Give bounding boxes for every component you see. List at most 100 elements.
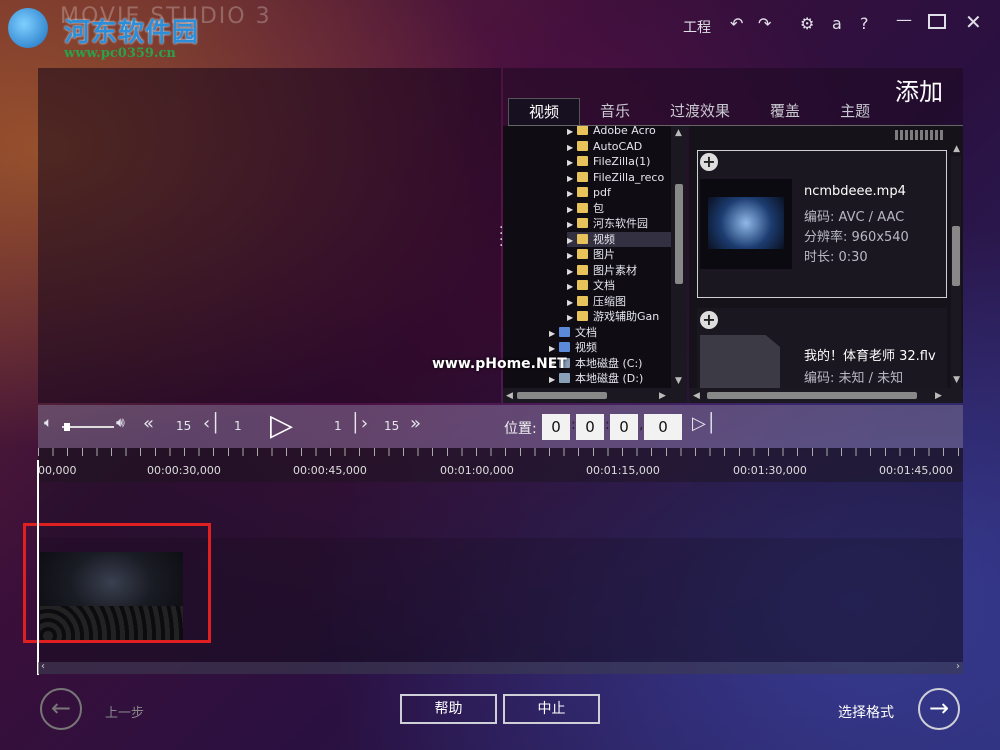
step-back-icon[interactable]: ‹│ <box>203 413 221 434</box>
gear-icon[interactable]: ⚙ <box>800 14 814 33</box>
font-icon[interactable]: a <box>832 14 842 33</box>
maximize-icon[interactable] <box>928 14 946 29</box>
tree-item[interactable]: ▶ 本地磁盘 (D:) <box>549 371 643 386</box>
tree-vertical-scroll-thumb[interactable] <box>675 184 683 284</box>
tree-item[interactable]: ▶ 图片素材 <box>567 263 637 278</box>
position-ms-field[interactable]: 0 <box>644 414 682 440</box>
scroll-left-icon[interactable]: ◀ <box>693 391 700 401</box>
stop-button[interactable]: 中止 <box>503 694 600 724</box>
help-icon[interactable]: ? <box>860 14 869 33</box>
timeline-horizontal-scrollbar[interactable]: ‹ › <box>38 661 963 674</box>
watermark: www.pHome.NET <box>432 356 567 372</box>
folder-icon <box>577 126 588 135</box>
folder-icon <box>577 249 588 259</box>
folder-icon <box>577 280 588 290</box>
tree-item[interactable]: ▶ 文档 <box>549 325 597 340</box>
file-name: 我的！体育老师 32.flv <box>804 349 936 364</box>
fast-forward-icon[interactable]: » <box>410 413 421 434</box>
file-name: ncmbdeee.mp4 <box>804 184 906 199</box>
timeline-ruler[interactable]: 00,000 00:00:30,000 00:00:45,000 00:01:0… <box>38 448 963 482</box>
tree-horizontal-scroll-thumb[interactable] <box>517 392 607 399</box>
media-tabs: 视频 音乐 过渡效果 覆盖 主题 <box>508 98 890 125</box>
transport-bar: 🔈︎ 🔊︎ « 15 ‹│ 1 ▷ 1 │› 15 » 位置: 0 : 0 : … <box>38 405 963 448</box>
tick-label: 00:01:15,000 <box>586 464 660 477</box>
volume-slider-handle[interactable] <box>63 423 70 431</box>
redo-icon[interactable]: ↷ <box>758 14 771 33</box>
volume-slider[interactable] <box>62 426 114 428</box>
add-file-icon[interactable]: + <box>700 311 718 329</box>
file-placeholder-icon <box>700 335 780 395</box>
scroll-up-icon[interactable]: ▲ <box>675 128 682 138</box>
scroll-right-icon[interactable]: ▶ <box>935 391 942 401</box>
folder-icon <box>577 187 588 197</box>
go-to-end-icon[interactable]: ▷│ <box>692 413 717 434</box>
speaker-low-icon[interactable]: 🔈︎ <box>44 415 52 431</box>
folder-icon <box>577 141 588 151</box>
tree-item-selected[interactable]: ▶ 视频 <box>567 232 671 247</box>
choose-format-label[interactable]: 选择格式 <box>838 702 894 722</box>
tree-item[interactable]: ▶ 压缩图 <box>567 294 626 309</box>
close-icon[interactable]: ✕ <box>965 10 982 34</box>
tree-item[interactable]: ▶ 视频 <box>549 340 597 355</box>
tab-overlay[interactable]: 覆盖 <box>750 98 820 125</box>
video-preview <box>38 68 501 403</box>
scroll-down-icon[interactable]: ▼ <box>675 376 682 386</box>
undo-icon[interactable]: ↶ <box>730 14 743 33</box>
title-bar: MOVIE STUDIO 3 河东软件园 www.pc0359.cn 工程 ↶ … <box>0 0 1000 61</box>
step-back-big-value: 15 <box>176 419 192 433</box>
video-thumbnail <box>700 179 792 269</box>
tree-item[interactable]: ▶ AutoCAD <box>567 139 642 154</box>
view-mode-icon[interactable] <box>895 130 945 140</box>
step-forward-icon[interactable]: │› <box>350 413 368 434</box>
scroll-right-icon[interactable]: › <box>956 661 960 672</box>
tree-item[interactable]: ▶ 图片 <box>567 247 615 262</box>
tree-item[interactable]: ▶ 游戏辅助Gan <box>567 309 659 324</box>
minimize-icon[interactable]: — <box>896 10 912 29</box>
position-separator: : <box>605 417 610 433</box>
position-seconds-field[interactable]: 0 <box>610 414 638 440</box>
tick-label: 00:01:45,000 <box>879 464 953 477</box>
tree-item[interactable]: ▶ 河东软件园 <box>567 216 648 231</box>
site-name: 河东软件园 <box>64 18 200 48</box>
tab-video[interactable]: 视频 <box>508 98 581 125</box>
help-button[interactable]: 帮助 <box>400 694 497 724</box>
project-button[interactable]: 工程 <box>683 17 711 37</box>
tab-transitions[interactable]: 过渡效果 <box>650 98 750 125</box>
back-arrow-icon[interactable]: ← <box>40 688 82 730</box>
scroll-up-icon[interactable]: ▲ <box>953 144 960 154</box>
scroll-left-icon[interactable]: ‹ <box>41 661 45 672</box>
scroll-left-icon[interactable]: ◀ <box>506 391 513 401</box>
position-hours-field[interactable]: 0 <box>542 414 570 440</box>
file-card[interactable]: + ncmbdeee.mp4 编码: AVC / AAC 分辨率: 960x54… <box>697 150 947 298</box>
playhead[interactable] <box>37 460 39 675</box>
position-minutes-field[interactable]: 0 <box>576 414 604 440</box>
next-arrow-icon[interactable]: → <box>918 688 960 730</box>
tree-item[interactable]: ▶ Adobe Acro <box>567 126 656 138</box>
scroll-down-icon[interactable]: ▼ <box>953 375 960 385</box>
tick-label: 00:01:30,000 <box>733 464 807 477</box>
documents-icon <box>559 327 570 337</box>
tree-item[interactable]: ▶ 文档 <box>567 278 615 293</box>
tree-item[interactable]: ▶ 包 <box>567 201 604 216</box>
files-horizontal-scroll-thumb[interactable] <box>707 392 917 399</box>
files-vertical-scroll-thumb[interactable] <box>952 226 960 286</box>
ruler-ticks <box>38 448 963 456</box>
add-panel: 添加 视频 音乐 过渡效果 覆盖 主题 ▶ Adobe Acro ▶ AutoCAD… <box>503 68 963 403</box>
tree-item[interactable]: ▶ FileZilla(1) <box>567 154 650 169</box>
add-file-icon[interactable]: + <box>700 153 718 171</box>
clip-highlight-box <box>23 523 211 643</box>
tree-item[interactable]: ▶ FileZilla_reco <box>567 170 664 185</box>
tick-label: 00,000 <box>38 464 77 477</box>
back-label[interactable]: 上一步 <box>105 702 144 721</box>
speaker-high-icon[interactable]: 🔊︎ <box>116 415 125 431</box>
file-codec: 编码: 未知 / 未知 <box>804 371 904 386</box>
step-fwd-big-value: 15 <box>384 419 400 433</box>
play-icon[interactable]: ▷ <box>270 409 293 443</box>
site-logo-icon <box>8 8 48 48</box>
tab-music[interactable]: 音乐 <box>580 98 650 125</box>
scroll-right-icon[interactable]: ▶ <box>659 391 666 401</box>
tick-label: 00:00:45,000 <box>293 464 367 477</box>
tab-theme[interactable]: 主题 <box>820 98 890 125</box>
rewind-icon[interactable]: « <box>143 413 154 434</box>
tree-item[interactable]: ▶ pdf <box>567 185 611 200</box>
